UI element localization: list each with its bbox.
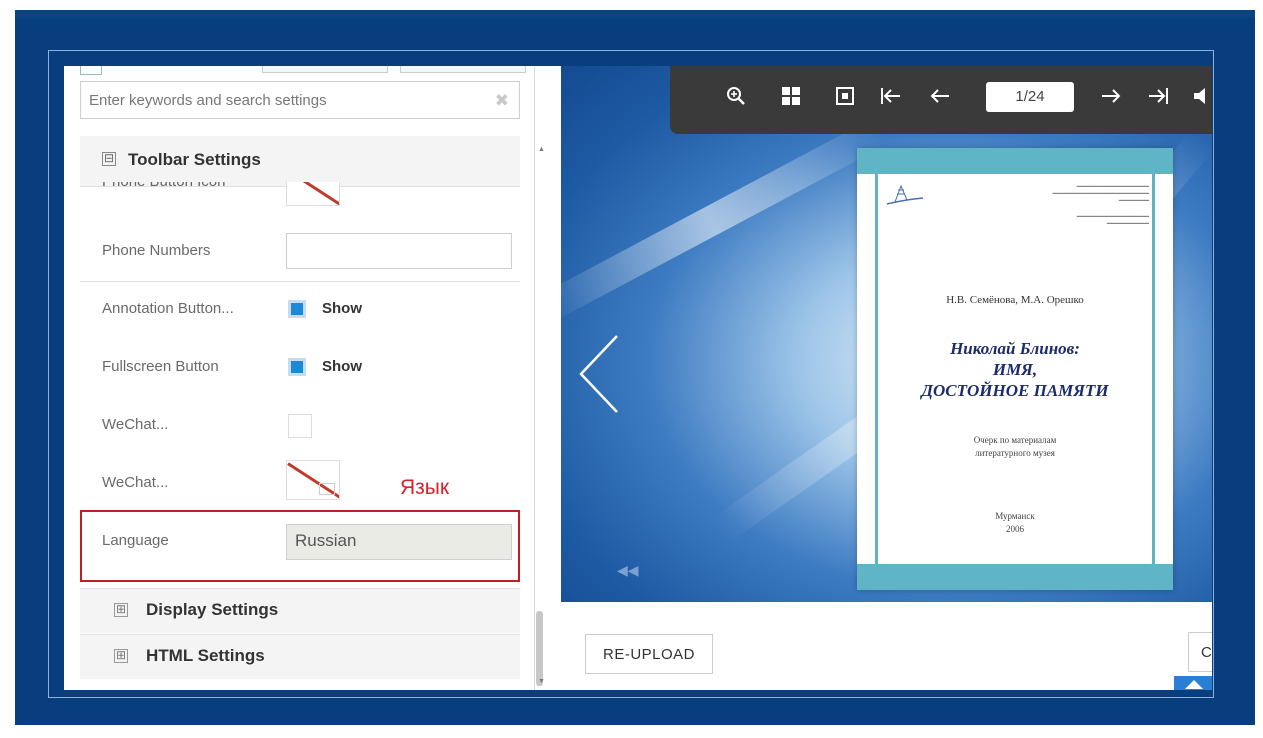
book-title-line-1: Николай Блинов:: [950, 339, 1080, 358]
sidebar-scrollbar[interactable]: ▲ ▼: [534, 146, 545, 686]
re-upload-button[interactable]: RE-UPLOAD: [585, 634, 713, 674]
last-page-icon[interactable]: [1147, 86, 1169, 112]
phone-button-icon-label: Phone Button Icon: [102, 182, 225, 190]
partial-row-clip: Phone Button Icon: [102, 182, 302, 192]
section-title: Display Settings: [146, 600, 279, 619]
top-checkbox[interactable]: [80, 66, 102, 75]
page-number-input[interactable]: 1/24: [986, 82, 1074, 112]
language-label: Language: [102, 532, 169, 549]
annotation-button-label: Annotation Button...: [102, 300, 234, 317]
thumbnails-icon[interactable]: [781, 86, 801, 112]
viewer-toolbar: 1/24: [670, 66, 1212, 134]
next-page-icon[interactable]: [1100, 86, 1122, 112]
annotation-show-checkbox[interactable]: [288, 300, 306, 318]
expand-icon: ⊞: [114, 602, 128, 617]
editor-window: ✖ ⊟ Toolbar Settings Phone Button Icon P…: [64, 66, 1212, 690]
book-subtitle: Очерк по материалам литературного музея: [857, 434, 1173, 460]
scroll-to-top-button[interactable]: [1174, 676, 1212, 690]
language-annotation: Язык: [400, 476, 450, 499]
display-settings-header[interactable]: ⊞ Display Settings: [80, 588, 520, 633]
scroll-down-arrow-icon[interactable]: ▼: [538, 678, 545, 685]
book-title-line-3: ДОСТОЙНОЕ ПАМЯТИ: [921, 381, 1109, 400]
top-button-2[interactable]: [400, 66, 526, 73]
settings-search: ✖: [80, 81, 520, 119]
section-title: Toolbar Settings: [128, 150, 261, 169]
sound-icon[interactable]: [1192, 86, 1208, 112]
wechat-label-1: WeChat...: [102, 416, 169, 433]
fullscreen-show-checkbox[interactable]: [288, 358, 306, 376]
collapse-icon: ⊟: [102, 151, 116, 166]
book-cover-page[interactable]: ━━━━━━━━━━━━━━━━━━━━━━━━ ━━━━━━━━━━━━━━━━…: [857, 148, 1173, 590]
wechat-icon-preview[interactable]: [286, 460, 340, 500]
book-subtitle-line-1: Очерк по материалам: [973, 435, 1057, 445]
mini-image-icon: [319, 483, 335, 495]
expand-icon: ⊞: [114, 648, 128, 663]
phone-numbers-input[interactable]: [286, 233, 512, 269]
cancel-button[interactable]: Cancel: [1188, 632, 1212, 672]
settings-sidebar: ✖ ⊟ Toolbar Settings Phone Button Icon P…: [64, 66, 535, 690]
zoom-in-icon[interactable]: [726, 86, 746, 112]
section-title: HTML Settings: [146, 646, 265, 665]
library-logo-icon: [886, 184, 924, 205]
cover-header-lines: ━━━━━━━━━━━━━━━━━━━━━━━━ ━━━━━━━━━━━━━━━━…: [1052, 185, 1149, 204]
no-image-slash: [287, 182, 339, 205]
wechat-checkbox[interactable]: [288, 414, 312, 438]
book-subtitle-line-2: литературного музея: [975, 448, 1055, 458]
wechat-label-2: WeChat...: [102, 474, 169, 491]
book-title: Николай Блинов: ИМЯ, ДОСТОЙНОЕ ПАМЯТИ: [857, 338, 1173, 401]
flipbook-preview: 1/24 ◀◀ ━━━━━━━━━━━━━━━━━━━━━━━━ ━━━━━━━…: [561, 66, 1212, 602]
book-year: 2006: [1006, 524, 1024, 534]
prev-page-icon[interactable]: [929, 86, 951, 112]
rewind-icon[interactable]: ◀◀: [617, 562, 639, 579]
book-imprint: Мурманск 2006: [857, 510, 1173, 536]
language-select[interactable]: Russian: [286, 524, 512, 560]
up-arrow-icon: [1185, 680, 1203, 689]
fullscreen-button-label: Fullscreen Button: [102, 358, 219, 375]
prev-page-arrow-icon[interactable]: [577, 334, 621, 419]
phone-button-icon-preview[interactable]: [286, 182, 340, 206]
book-title-line-2: ИМЯ,: [992, 360, 1038, 379]
phone-numbers-label: Phone Numbers: [102, 242, 211, 259]
fullscreen-show-label: Show: [322, 358, 362, 375]
search-input[interactable]: [81, 82, 497, 118]
fit-page-icon[interactable]: [835, 86, 855, 112]
book-city: Мурманск: [995, 511, 1035, 521]
top-strip: [15, 10, 1255, 18]
sidebar-top-controls: [80, 66, 530, 76]
toolbar-settings-header[interactable]: ⊟ Toolbar Settings: [80, 136, 520, 187]
clear-icon[interactable]: ✖: [495, 91, 509, 111]
cover-top-band: [857, 148, 1173, 174]
row-divider: [80, 281, 520, 282]
top-button-1[interactable]: [262, 66, 388, 73]
cover-bottom-band: [857, 564, 1173, 590]
book-authors: Н.В. Семёнова, М.А. Орешко: [946, 294, 1084, 306]
annotation-show-label: Show: [322, 300, 362, 317]
bg-light-streak: [561, 118, 886, 324]
html-settings-header[interactable]: ⊞ HTML Settings: [80, 634, 520, 679]
scroll-up-arrow-icon[interactable]: ▲: [538, 146, 545, 153]
scroll-thumb[interactable]: [536, 611, 543, 686]
first-page-icon[interactable]: [880, 86, 902, 112]
cover-header-lines-2: ━━━━━━━━━━━━━━━━━━━━━━━━ ━━━━━━━━━━━━━━: [1076, 215, 1149, 227]
